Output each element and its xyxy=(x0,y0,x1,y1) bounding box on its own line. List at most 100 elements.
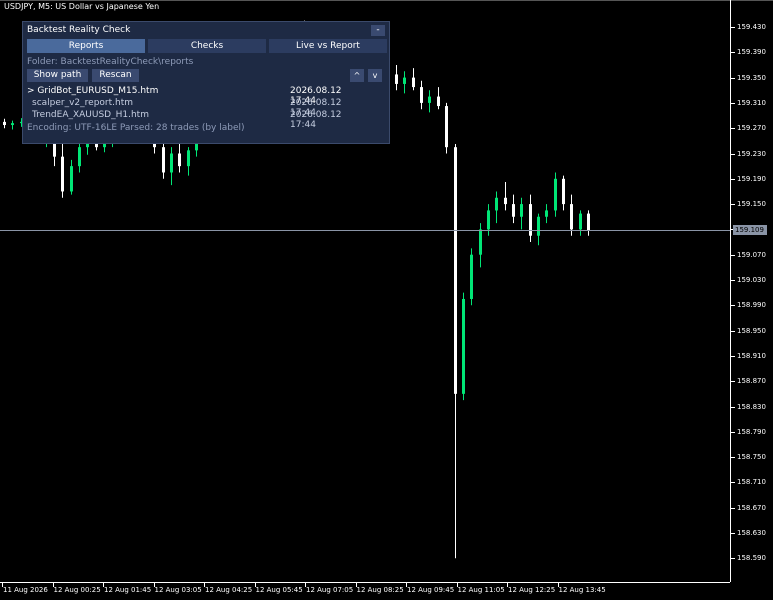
candle-body xyxy=(554,178,557,211)
price-tick-label: 159.190 xyxy=(737,174,766,183)
time-tick-label: 12 Aug 07:05 xyxy=(306,586,354,594)
candle xyxy=(454,144,457,559)
file-row[interactable]: > GridBot_EURUSD_M15.htm 2026.08.12 17:4… xyxy=(27,86,367,106)
candle xyxy=(554,172,557,217)
scroll-down-button[interactable]: v xyxy=(368,69,382,82)
candle-body xyxy=(403,77,406,84)
time-tick-label: 12 Aug 13:45 xyxy=(558,586,606,594)
candle xyxy=(445,102,448,154)
price-tick-label: 158.910 xyxy=(737,351,766,360)
candle xyxy=(187,147,190,176)
candle-body xyxy=(512,204,515,217)
price-tick xyxy=(731,128,735,130)
price-tick-label: 158.630 xyxy=(737,529,766,537)
file-row[interactable]: TrendEA_XAUUSD_H1.htm 2026.08.12 17:44 xyxy=(27,110,367,130)
price-tick xyxy=(731,558,735,560)
candle-body xyxy=(520,204,523,217)
candle xyxy=(395,64,398,91)
time-tick-label: 12 Aug 08:25 xyxy=(356,586,404,594)
price-axis[interactable]: 159.430 159.390 159.350 159.310 159.270 159.2… xyxy=(730,0,773,582)
candle-body xyxy=(70,166,73,192)
candle xyxy=(412,68,415,91)
price-tick xyxy=(731,507,735,509)
candle-body xyxy=(420,87,423,103)
candle xyxy=(61,140,64,198)
price-tick-label: 159.430 xyxy=(737,23,766,31)
candle xyxy=(403,71,406,94)
price-tick xyxy=(731,102,735,104)
candle-body xyxy=(395,74,398,84)
candle-body xyxy=(454,147,457,394)
candle-body xyxy=(95,144,98,148)
scroll-up-button[interactable]: ^ xyxy=(350,69,364,82)
price-tick-label: 158.790 xyxy=(737,427,766,436)
price-tick-label: 158.830 xyxy=(737,402,766,411)
time-tick-label: 11 Aug 2026 xyxy=(3,586,48,594)
candle xyxy=(78,144,81,173)
candle xyxy=(579,210,582,236)
candle-body xyxy=(562,178,565,205)
price-tick xyxy=(731,381,735,383)
price-tick-label: 158.750 xyxy=(737,453,766,462)
price-tick-label: 158.870 xyxy=(737,377,766,386)
file-name: > GridBot_EURUSD_M15.htm xyxy=(27,86,159,96)
candle xyxy=(512,194,515,224)
show-path-button[interactable]: Show path xyxy=(27,69,88,82)
tab-checks[interactable]: Checks xyxy=(148,39,266,53)
candle xyxy=(470,248,473,306)
price-tick xyxy=(731,52,735,54)
candle xyxy=(562,175,565,211)
tab-live-vs-report[interactable]: Live vs Report xyxy=(269,39,387,53)
price-tick xyxy=(731,406,735,408)
candle xyxy=(529,194,532,243)
rescan-button[interactable]: Rescan xyxy=(92,69,139,82)
price-tick-label: 159.150 xyxy=(737,200,766,209)
file-row[interactable]: scalper_v2_report.htm 2026.08.12 17:44 xyxy=(27,98,367,118)
price-tick xyxy=(731,305,735,307)
panel-title: Backtest Reality Check xyxy=(27,25,131,35)
candle-body xyxy=(11,123,14,126)
candle xyxy=(587,210,590,236)
price-tick-label: 158.990 xyxy=(737,301,766,310)
price-tick-label: 159.030 xyxy=(737,276,766,284)
candle-body xyxy=(470,254,473,299)
time-tick-label: 12 Aug 01:45 xyxy=(104,586,152,594)
price-tick xyxy=(731,330,735,332)
candle-body xyxy=(495,197,498,211)
price-tick xyxy=(731,153,735,155)
candle-body xyxy=(162,147,165,173)
time-axis[interactable]: 11 Aug 2026 12 Aug 00:25 12 Aug 01:45 12 Au… xyxy=(0,582,730,600)
candle-body xyxy=(61,156,64,192)
candle xyxy=(462,292,465,401)
candle xyxy=(178,140,181,173)
backtest-panel[interactable]: Backtest Reality Check - Reports Checks … xyxy=(22,21,390,144)
time-tick-label: 12 Aug 09:45 xyxy=(407,586,455,594)
candle xyxy=(545,204,548,224)
minimize-button[interactable]: - xyxy=(371,25,385,36)
price-tick xyxy=(731,482,735,484)
candle xyxy=(11,120,14,130)
candle-body xyxy=(545,210,548,217)
time-tick-label: 12 Aug 04:25 xyxy=(205,586,253,594)
time-tick-label: 12 Aug 05:45 xyxy=(255,586,303,594)
price-tick-label: 159.310 xyxy=(737,98,766,107)
tab-reports[interactable]: Reports xyxy=(27,39,145,53)
candle-body xyxy=(570,204,573,230)
candle-body xyxy=(537,216,540,236)
candle xyxy=(504,181,507,211)
price-tick-label: 159.230 xyxy=(737,149,766,158)
price-tick-label: 159.270 xyxy=(737,124,766,133)
candle-body xyxy=(504,197,507,205)
candle xyxy=(428,90,431,113)
current-price-label: 159.109 xyxy=(733,225,767,235)
price-tick xyxy=(731,355,735,357)
candle-body xyxy=(412,77,415,88)
price-tick xyxy=(731,431,735,433)
candle xyxy=(420,80,423,110)
candle-body xyxy=(3,121,6,126)
price-tick xyxy=(731,280,735,281)
time-tick-label: 12 Aug 03:05 xyxy=(154,586,202,594)
status-line: Encoding: UTF-16LE Parsed: 28 trades (by… xyxy=(27,123,245,133)
price-tick xyxy=(731,533,735,534)
chart-window: USDJPY, M5: US Dollar vs Japanese Yen 15… xyxy=(0,0,773,600)
